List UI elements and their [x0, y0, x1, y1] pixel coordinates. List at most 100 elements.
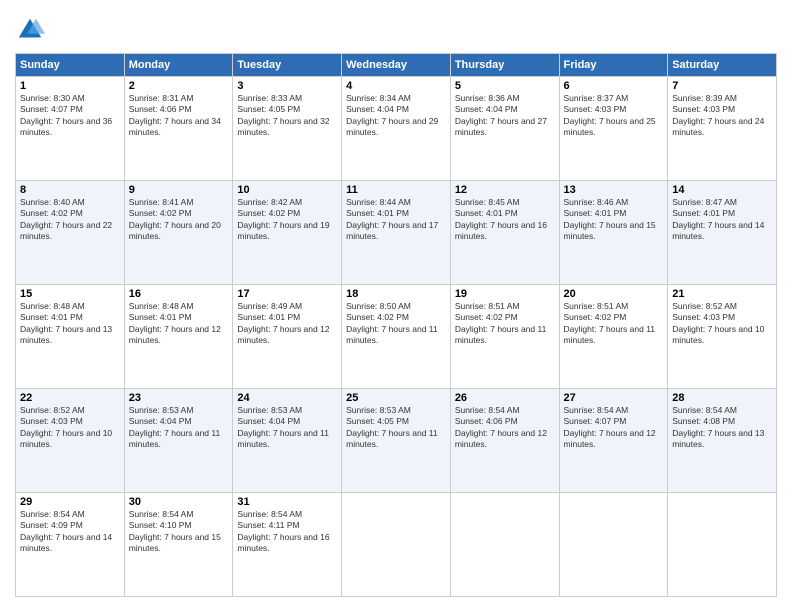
day-number: 21	[672, 288, 772, 300]
header-row: Sunday Monday Tuesday Wednesday Thursday…	[16, 54, 777, 77]
day-number: 6	[564, 80, 664, 92]
day-cell: 28 Sunrise: 8:54 AM Sunset: 4:08 PM Dayl…	[668, 389, 777, 493]
day-cell: 8 Sunrise: 8:40 AM Sunset: 4:02 PM Dayli…	[16, 181, 125, 285]
day-cell	[342, 493, 451, 597]
week-row-3: 15 Sunrise: 8:48 AM Sunset: 4:01 PM Dayl…	[16, 285, 777, 389]
day-cell: 26 Sunrise: 8:54 AM Sunset: 4:06 PM Dayl…	[450, 389, 559, 493]
col-wednesday: Wednesday	[342, 54, 451, 77]
week-row-5: 29 Sunrise: 8:54 AM Sunset: 4:09 PM Dayl…	[16, 493, 777, 597]
day-cell: 9 Sunrise: 8:41 AM Sunset: 4:02 PM Dayli…	[124, 181, 233, 285]
day-info: Sunrise: 8:49 AM Sunset: 4:01 PM Dayligh…	[237, 301, 337, 347]
day-number: 27	[564, 392, 664, 404]
day-number: 26	[455, 392, 555, 404]
calendar-body: 1 Sunrise: 8:30 AM Sunset: 4:07 PM Dayli…	[16, 77, 777, 597]
col-saturday: Saturday	[668, 54, 777, 77]
day-number: 13	[564, 184, 664, 196]
day-number: 24	[237, 392, 337, 404]
day-number: 20	[564, 288, 664, 300]
calendar-table: Sunday Monday Tuesday Wednesday Thursday…	[15, 53, 777, 597]
day-cell	[668, 493, 777, 597]
day-info: Sunrise: 8:44 AM Sunset: 4:01 PM Dayligh…	[346, 197, 446, 243]
day-number: 2	[129, 80, 229, 92]
day-number: 3	[237, 80, 337, 92]
day-number: 22	[20, 392, 120, 404]
day-cell	[450, 493, 559, 597]
day-info: Sunrise: 8:53 AM Sunset: 4:05 PM Dayligh…	[346, 405, 446, 451]
day-cell: 23 Sunrise: 8:53 AM Sunset: 4:04 PM Dayl…	[124, 389, 233, 493]
day-cell: 15 Sunrise: 8:48 AM Sunset: 4:01 PM Dayl…	[16, 285, 125, 389]
day-cell: 11 Sunrise: 8:44 AM Sunset: 4:01 PM Dayl…	[342, 181, 451, 285]
day-info: Sunrise: 8:30 AM Sunset: 4:07 PM Dayligh…	[20, 93, 120, 139]
day-cell	[559, 493, 668, 597]
day-number: 17	[237, 288, 337, 300]
week-row-1: 1 Sunrise: 8:30 AM Sunset: 4:07 PM Dayli…	[16, 77, 777, 181]
day-info: Sunrise: 8:54 AM Sunset: 4:07 PM Dayligh…	[564, 405, 664, 451]
day-number: 31	[237, 496, 337, 508]
day-cell: 6 Sunrise: 8:37 AM Sunset: 4:03 PM Dayli…	[559, 77, 668, 181]
day-number: 19	[455, 288, 555, 300]
day-cell: 24 Sunrise: 8:53 AM Sunset: 4:04 PM Dayl…	[233, 389, 342, 493]
day-info: Sunrise: 8:48 AM Sunset: 4:01 PM Dayligh…	[129, 301, 229, 347]
day-cell: 17 Sunrise: 8:49 AM Sunset: 4:01 PM Dayl…	[233, 285, 342, 389]
day-cell: 7 Sunrise: 8:39 AM Sunset: 4:03 PM Dayli…	[668, 77, 777, 181]
day-number: 29	[20, 496, 120, 508]
day-number: 9	[129, 184, 229, 196]
day-cell: 30 Sunrise: 8:54 AM Sunset: 4:10 PM Dayl…	[124, 493, 233, 597]
day-cell: 27 Sunrise: 8:54 AM Sunset: 4:07 PM Dayl…	[559, 389, 668, 493]
day-info: Sunrise: 8:50 AM Sunset: 4:02 PM Dayligh…	[346, 301, 446, 347]
day-number: 8	[20, 184, 120, 196]
day-info: Sunrise: 8:53 AM Sunset: 4:04 PM Dayligh…	[237, 405, 337, 451]
day-number: 30	[129, 496, 229, 508]
day-info: Sunrise: 8:54 AM Sunset: 4:11 PM Dayligh…	[237, 509, 337, 555]
col-sunday: Sunday	[16, 54, 125, 77]
calendar-header: Sunday Monday Tuesday Wednesday Thursday…	[16, 54, 777, 77]
day-info: Sunrise: 8:36 AM Sunset: 4:04 PM Dayligh…	[455, 93, 555, 139]
day-info: Sunrise: 8:52 AM Sunset: 4:03 PM Dayligh…	[672, 301, 772, 347]
day-number: 18	[346, 288, 446, 300]
logo	[15, 15, 49, 45]
day-info: Sunrise: 8:41 AM Sunset: 4:02 PM Dayligh…	[129, 197, 229, 243]
day-number: 10	[237, 184, 337, 196]
week-row-2: 8 Sunrise: 8:40 AM Sunset: 4:02 PM Dayli…	[16, 181, 777, 285]
day-info: Sunrise: 8:37 AM Sunset: 4:03 PM Dayligh…	[564, 93, 664, 139]
day-number: 11	[346, 184, 446, 196]
day-cell: 31 Sunrise: 8:54 AM Sunset: 4:11 PM Dayl…	[233, 493, 342, 597]
day-cell: 16 Sunrise: 8:48 AM Sunset: 4:01 PM Dayl…	[124, 285, 233, 389]
day-number: 1	[20, 80, 120, 92]
day-number: 4	[346, 80, 446, 92]
day-cell: 14 Sunrise: 8:47 AM Sunset: 4:01 PM Dayl…	[668, 181, 777, 285]
day-cell: 25 Sunrise: 8:53 AM Sunset: 4:05 PM Dayl…	[342, 389, 451, 493]
day-cell: 20 Sunrise: 8:51 AM Sunset: 4:02 PM Dayl…	[559, 285, 668, 389]
day-cell: 1 Sunrise: 8:30 AM Sunset: 4:07 PM Dayli…	[16, 77, 125, 181]
day-number: 5	[455, 80, 555, 92]
day-number: 25	[346, 392, 446, 404]
week-row-4: 22 Sunrise: 8:52 AM Sunset: 4:03 PM Dayl…	[16, 389, 777, 493]
day-info: Sunrise: 8:51 AM Sunset: 4:02 PM Dayligh…	[564, 301, 664, 347]
day-info: Sunrise: 8:47 AM Sunset: 4:01 PM Dayligh…	[672, 197, 772, 243]
day-number: 28	[672, 392, 772, 404]
day-number: 23	[129, 392, 229, 404]
day-info: Sunrise: 8:53 AM Sunset: 4:04 PM Dayligh…	[129, 405, 229, 451]
day-info: Sunrise: 8:48 AM Sunset: 4:01 PM Dayligh…	[20, 301, 120, 347]
day-cell: 4 Sunrise: 8:34 AM Sunset: 4:04 PM Dayli…	[342, 77, 451, 181]
logo-icon	[15, 15, 45, 45]
col-monday: Monday	[124, 54, 233, 77]
day-cell: 5 Sunrise: 8:36 AM Sunset: 4:04 PM Dayli…	[450, 77, 559, 181]
day-info: Sunrise: 8:45 AM Sunset: 4:01 PM Dayligh…	[455, 197, 555, 243]
day-info: Sunrise: 8:42 AM Sunset: 4:02 PM Dayligh…	[237, 197, 337, 243]
day-info: Sunrise: 8:54 AM Sunset: 4:06 PM Dayligh…	[455, 405, 555, 451]
day-info: Sunrise: 8:34 AM Sunset: 4:04 PM Dayligh…	[346, 93, 446, 139]
day-cell: 29 Sunrise: 8:54 AM Sunset: 4:09 PM Dayl…	[16, 493, 125, 597]
day-info: Sunrise: 8:39 AM Sunset: 4:03 PM Dayligh…	[672, 93, 772, 139]
day-cell: 12 Sunrise: 8:45 AM Sunset: 4:01 PM Dayl…	[450, 181, 559, 285]
col-tuesday: Tuesday	[233, 54, 342, 77]
day-info: Sunrise: 8:40 AM Sunset: 4:02 PM Dayligh…	[20, 197, 120, 243]
day-info: Sunrise: 8:54 AM Sunset: 4:08 PM Dayligh…	[672, 405, 772, 451]
header	[15, 15, 777, 45]
day-info: Sunrise: 8:33 AM Sunset: 4:05 PM Dayligh…	[237, 93, 337, 139]
day-info: Sunrise: 8:52 AM Sunset: 4:03 PM Dayligh…	[20, 405, 120, 451]
day-info: Sunrise: 8:54 AM Sunset: 4:09 PM Dayligh…	[20, 509, 120, 555]
page: Sunday Monday Tuesday Wednesday Thursday…	[0, 0, 792, 612]
day-number: 15	[20, 288, 120, 300]
day-cell: 19 Sunrise: 8:51 AM Sunset: 4:02 PM Dayl…	[450, 285, 559, 389]
